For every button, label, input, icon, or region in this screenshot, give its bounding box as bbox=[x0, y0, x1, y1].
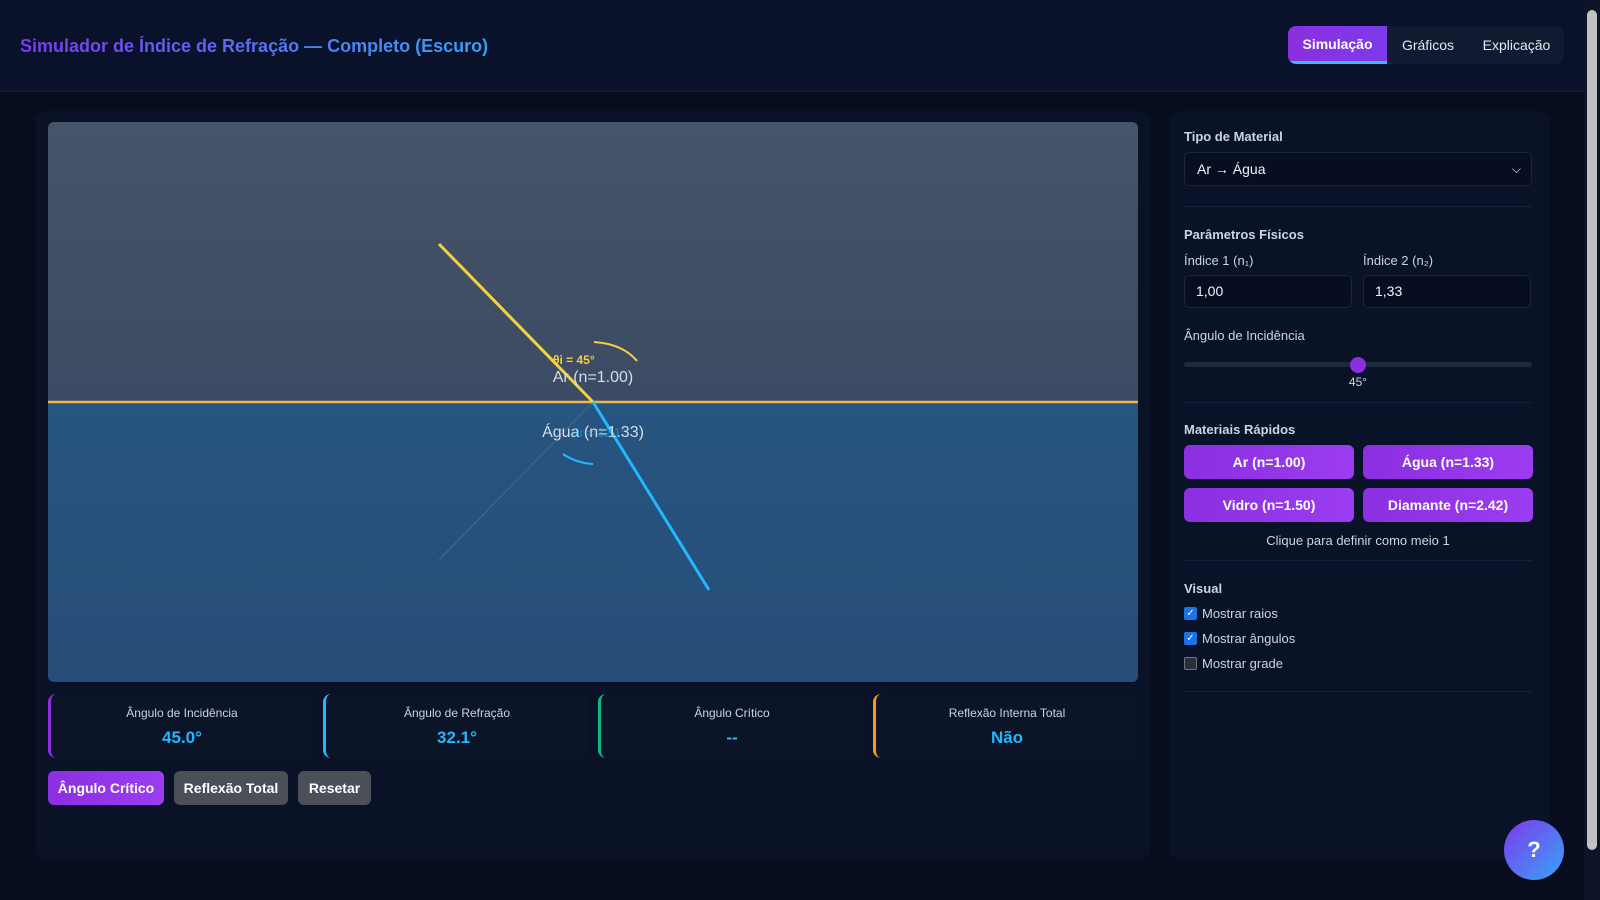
stat-incidence: Ângulo de Incidência 45.0° bbox=[48, 694, 313, 758]
quick-diamond-button[interactable]: Diamante (n=2.42) bbox=[1363, 488, 1533, 522]
reset-button[interactable]: Resetar bbox=[298, 771, 371, 805]
material-select[interactable]: Ar → Água ⌵ bbox=[1184, 152, 1532, 186]
refracted-angle-label: θr = 32.1° bbox=[573, 426, 626, 440]
show-angles-checkbox[interactable]: ✓ Mostrar ângulos bbox=[1184, 629, 1295, 647]
stat-label: Reflexão Interna Total bbox=[948, 706, 1066, 720]
simulation-canvas[interactable]: θi = 45° Ar (n=1.00) Água (n=1.33) θr = … bbox=[48, 122, 1138, 682]
quick-hint: Clique para definir como meio 1 bbox=[1266, 533, 1450, 548]
divider bbox=[1184, 691, 1532, 692]
visual-section-title: Visual bbox=[1184, 581, 1223, 596]
app-header: Simulador de Índice de Refração — Comple… bbox=[0, 0, 1584, 92]
stat-value: 45.0° bbox=[162, 728, 202, 747]
divider bbox=[1184, 560, 1532, 561]
show-grid-checkbox[interactable]: Mostrar grade bbox=[1184, 654, 1283, 672]
tab-explicacao[interactable]: Explicação bbox=[1469, 26, 1564, 64]
show-rays-checkbox[interactable]: ✓ Mostrar raios bbox=[1184, 604, 1278, 622]
tab-simulacao[interactable]: Simulação bbox=[1288, 26, 1387, 64]
checkbox-label: Mostrar grade bbox=[1202, 655, 1283, 671]
medium1-label: Ar (n=1.00) bbox=[553, 369, 633, 386]
critical-angle-button[interactable]: Ângulo Crítico bbox=[48, 771, 164, 805]
angle-slider-thumb[interactable] bbox=[1350, 357, 1366, 373]
app-title: Simulador de Índice de Refração — Comple… bbox=[20, 36, 489, 56]
checkbox-checked-icon[interactable]: ✓ bbox=[1184, 606, 1197, 620]
quick-glass-button[interactable]: Vidro (n=1.50) bbox=[1184, 488, 1354, 522]
stat-critical: Ângulo Crítico -- bbox=[598, 694, 863, 758]
tab-bar: Simulação Gráficos Explicação bbox=[1288, 26, 1564, 64]
angle-label: Ângulo de Incidência bbox=[1184, 328, 1305, 343]
stat-label: Ângulo de Refração bbox=[403, 706, 511, 720]
help-button[interactable]: ? bbox=[1504, 820, 1564, 880]
material-section-title: Tipo de Material bbox=[1184, 129, 1283, 144]
stat-value: -- bbox=[726, 728, 738, 747]
stat-value: Não bbox=[990, 728, 1024, 747]
scrollbar-thumb[interactable] bbox=[1587, 10, 1597, 850]
chevron-down-icon: ⌵ bbox=[1511, 162, 1521, 176]
stat-refraction: Ângulo de Refração 32.1° bbox=[323, 694, 588, 758]
total-reflection-button[interactable]: Reflexão Total bbox=[174, 771, 288, 805]
index2-input[interactable]: 1,33 bbox=[1363, 275, 1531, 308]
stats-row: Ângulo de Incidência 45.0° Ângulo de Ref… bbox=[48, 694, 1138, 758]
checkbox-unchecked-icon[interactable] bbox=[1184, 656, 1197, 670]
divider bbox=[1184, 402, 1532, 403]
divider bbox=[1184, 206, 1532, 207]
checkbox-label: Mostrar raios bbox=[1202, 605, 1278, 621]
incident-angle-label: θi = 45° bbox=[553, 353, 595, 367]
quick-section-title: Materiais Rápidos bbox=[1184, 422, 1296, 437]
quick-air-button[interactable]: Ar (n=1.00) bbox=[1184, 445, 1354, 479]
index1-label: Índice 1 (n₁) bbox=[1184, 253, 1254, 268]
quick-water-button[interactable]: Água (n=1.33) bbox=[1363, 445, 1533, 479]
checkbox-label: Mostrar ângulos bbox=[1202, 630, 1296, 646]
index1-input[interactable]: 1,00 bbox=[1184, 275, 1352, 308]
stat-label: Ângulo de Incidência bbox=[126, 706, 238, 720]
controls-panel bbox=[1169, 111, 1549, 859]
medium2-region bbox=[48, 402, 1138, 682]
checkbox-checked-icon[interactable]: ✓ bbox=[1184, 631, 1197, 645]
index2-label: Índice 2 (n₂) bbox=[1363, 253, 1434, 268]
params-section-title: Parâmetros Físicos bbox=[1184, 227, 1304, 242]
stat-label: Ângulo Crítico bbox=[694, 706, 770, 720]
stat-value: 32.1° bbox=[437, 728, 477, 747]
tab-graficos[interactable]: Gráficos bbox=[1387, 26, 1469, 64]
angle-slider-value: 45° bbox=[1348, 375, 1368, 389]
material-select-value: Ar → Água bbox=[1197, 161, 1266, 177]
stat-total-reflection: Reflexão Interna Total Não bbox=[873, 694, 1138, 758]
